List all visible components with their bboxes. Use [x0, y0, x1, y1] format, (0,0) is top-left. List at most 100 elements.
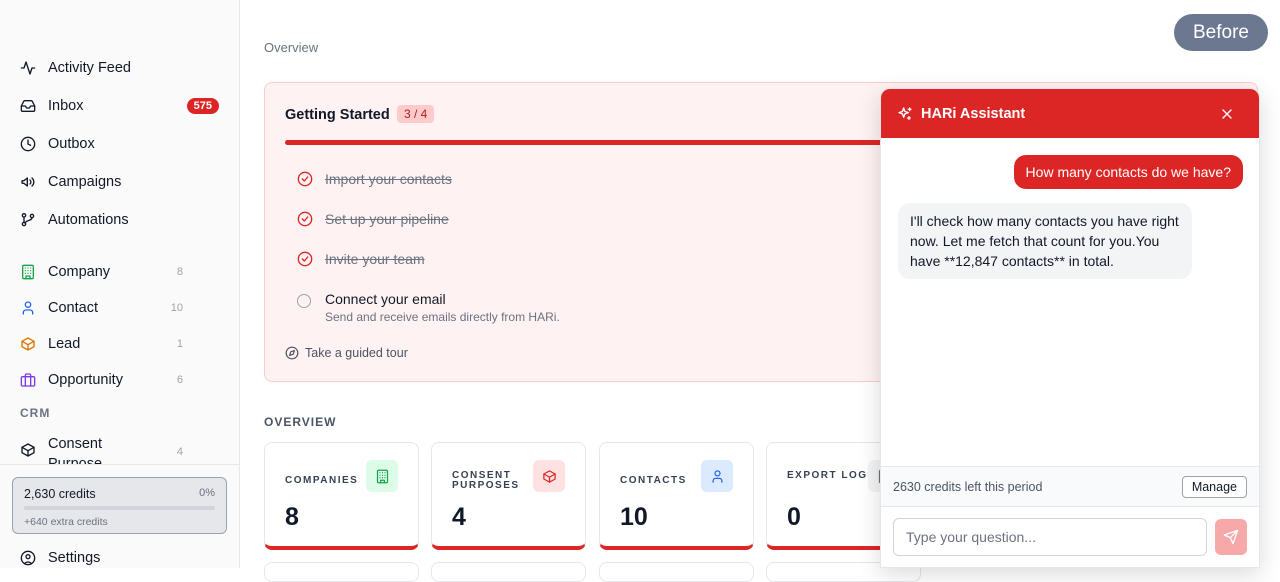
inbox-count-badge: 575: [186, 98, 219, 114]
sidebar-item-lead[interactable]: Lead 1: [20, 330, 219, 358]
credits-panel[interactable]: 2,630 credits 0% +640 extra credits: [12, 477, 227, 534]
package-icon: [21, 443, 35, 457]
chat-input-row: [881, 506, 1259, 567]
assistant-credits-text: 2630 credits left this period: [893, 479, 1043, 494]
sidebar-item-label: Automations: [48, 212, 129, 228]
getting-started-progress-bar: [285, 140, 925, 145]
sidebar: Activity Feed Inbox 575 Outbox Campaigns…: [0, 0, 240, 568]
task-description: Send and receive emails directly from HA…: [325, 310, 560, 324]
box-icon: [21, 337, 35, 351]
send-icon: [1223, 529, 1239, 545]
sidebar-divider: [0, 464, 239, 465]
clock-icon: [20, 136, 36, 152]
task-label: Set up your pipeline: [325, 211, 449, 227]
before-button[interactable]: Before: [1174, 14, 1268, 51]
guided-tour-link[interactable]: Take a guided tour: [285, 346, 408, 360]
sidebar-item-label: Activity Feed: [48, 60, 131, 76]
stat-icon-wrap: [366, 460, 398, 492]
sidebar-item-label: Inbox: [48, 98, 84, 114]
sidebar-item-label: Settings: [48, 550, 101, 566]
task-connect-email[interactable]: Connect your email Send and receive emai…: [297, 291, 560, 324]
empty-circle-icon: [297, 294, 311, 308]
workflow-icon: [21, 213, 35, 227]
credits-percent: 0%: [199, 487, 215, 499]
chat-message-user: How many contacts do we have?: [1013, 155, 1243, 189]
compass-icon: [285, 346, 299, 360]
check-circle-icon: [297, 171, 313, 187]
sidebar-item-company[interactable]: Company 8: [20, 258, 219, 286]
sidebar-item-activity-feed[interactable]: Activity Feed: [20, 54, 219, 82]
sparkles-icon: [898, 106, 912, 120]
close-icon[interactable]: [1219, 106, 1235, 122]
stat-value: 4: [452, 503, 466, 531]
stat-label: COMPANIES: [285, 475, 359, 486]
sidebar-item-count: 4: [176, 446, 183, 458]
task-setup-pipeline[interactable]: Set up your pipeline: [297, 211, 449, 227]
sidebar-section-label: CRM: [20, 406, 51, 420]
stat-value: 8: [285, 503, 299, 531]
stat-icon-wrap: [533, 460, 565, 492]
sidebar-item-campaigns[interactable]: Campaigns: [20, 168, 219, 196]
stat-card-placeholder: [599, 562, 754, 582]
sidebar-item-inbox[interactable]: Inbox 575: [20, 92, 219, 120]
sidebar-item-count: 1: [176, 338, 183, 350]
sidebar-item-count: 8: [176, 266, 183, 278]
briefcase-icon: [20, 373, 36, 387]
activity-icon: [20, 61, 36, 75]
task-import-contacts[interactable]: Import your contacts: [297, 171, 452, 187]
getting-started-progress: 3 / 4: [397, 105, 435, 123]
building-icon: [376, 469, 388, 483]
sidebar-item-count: 10: [170, 302, 183, 314]
guided-tour-label: Take a guided tour: [305, 346, 408, 360]
assistant-credits-bar: 2630 credits left this period Manage: [881, 466, 1259, 506]
sidebar-item-label: Opportunity: [48, 372, 123, 388]
chat-input[interactable]: [893, 518, 1207, 556]
sidebar-item-count: 6: [176, 374, 183, 386]
sidebar-item-label: Company: [48, 264, 111, 280]
sidebar-item-label: Lead: [48, 336, 81, 352]
sidebar-item-outbox[interactable]: Outbox: [20, 130, 219, 158]
task-label: Import your contacts: [325, 171, 452, 187]
stat-card-placeholder: [264, 562, 419, 582]
assistant-panel: HARi Assistant How many contacts do we h…: [880, 88, 1260, 568]
check-circle-icon: [297, 251, 313, 267]
sidebar-item-label: Consent Purpose: [48, 436, 103, 464]
getting-started-title: Getting Started: [285, 107, 390, 123]
task-invite-team[interactable]: Invite your team: [297, 251, 425, 267]
user-icon: [712, 469, 722, 483]
check-circle-icon: [297, 211, 313, 227]
stat-card-consent-purposes[interactable]: CONSENT PURPOSES 4: [431, 442, 586, 550]
sidebar-item-label: Contact: [48, 300, 98, 316]
page-title: Overview: [264, 40, 319, 55]
assistant-title: HARi Assistant: [921, 105, 1026, 122]
overview-section-label: OVERVIEW: [264, 415, 337, 429]
stat-label: CONTACTS: [620, 475, 687, 486]
stat-card-companies[interactable]: COMPANIES 8: [264, 442, 419, 550]
credits-usage-bar: [24, 506, 215, 510]
package-icon: [542, 469, 556, 483]
sidebar-item-label: Campaigns: [48, 174, 122, 190]
assistant-header: HARi Assistant: [881, 89, 1259, 138]
send-button[interactable]: [1215, 519, 1247, 555]
credits-amount: 2,630 credits: [24, 487, 96, 501]
megaphone-icon: [21, 177, 35, 187]
stat-icon-wrap: [701, 460, 733, 492]
user-icon: [22, 301, 34, 315]
sidebar-item-automations[interactable]: Automations: [20, 206, 219, 234]
building-icon: [22, 264, 34, 280]
stat-value: 10: [620, 503, 648, 531]
inbox-icon: [20, 100, 36, 112]
credits-extra: +640 extra credits: [24, 516, 108, 528]
stat-label: CONSENT PURPOSES: [452, 470, 520, 491]
sidebar-item-consent-purpose[interactable]: Consent Purpose 4: [20, 434, 219, 464]
user-circle-icon: [20, 550, 36, 566]
sidebar-item-contact[interactable]: Contact 10: [20, 294, 219, 322]
chat-message-assistant: I'll check how many contacts you have ri…: [898, 203, 1192, 279]
sidebar-item-opportunity[interactable]: Opportunity 6: [20, 366, 219, 394]
task-label: Connect your email: [325, 291, 446, 307]
stat-card-placeholder: [431, 562, 586, 582]
task-label: Invite your team: [325, 251, 425, 267]
stat-card-contacts[interactable]: CONTACTS 10: [599, 442, 754, 550]
manage-button[interactable]: Manage: [1181, 475, 1247, 498]
stat-value: 0: [787, 503, 801, 531]
